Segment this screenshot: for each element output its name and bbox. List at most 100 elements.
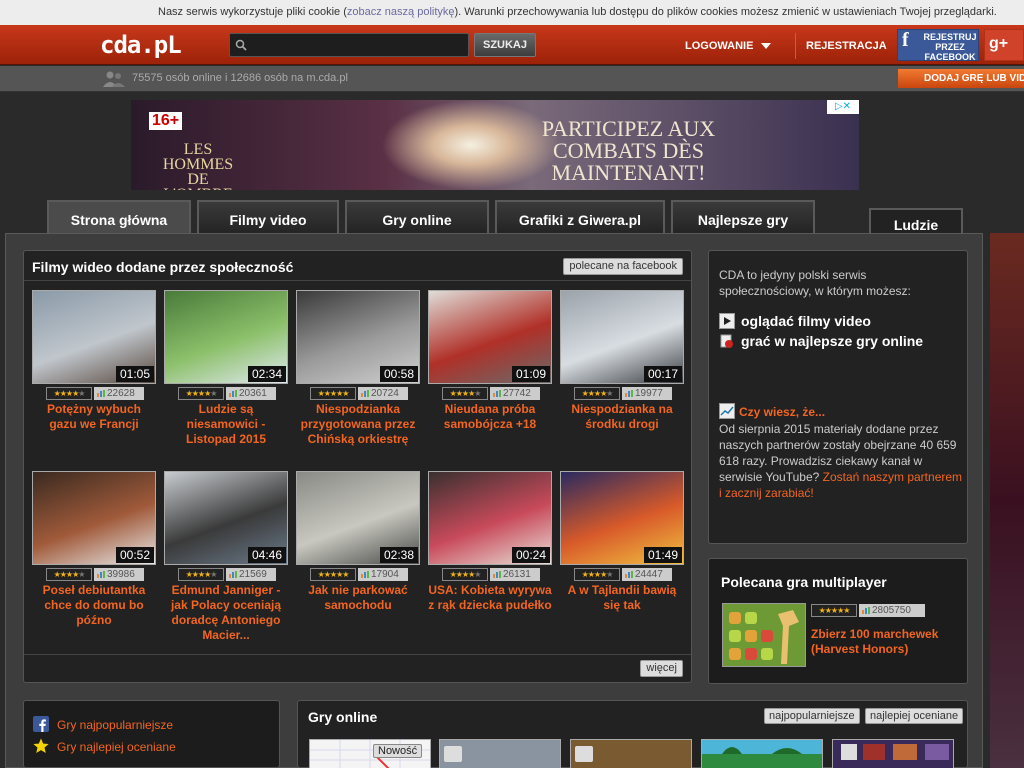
video-duration: 02:38	[379, 547, 418, 563]
video-stats: ★★★★★ 27742	[442, 387, 540, 400]
video-duration: 01:09	[511, 366, 550, 382]
watch-videos-label: oglądać filmy video	[741, 313, 871, 329]
video-thumbnail[interactable]: 00:52	[32, 471, 156, 565]
video-thumbnail[interactable]: 01:05	[32, 290, 156, 384]
views-icon	[361, 571, 369, 578]
views-icon	[493, 390, 501, 397]
play-icon	[719, 313, 735, 329]
divider	[795, 33, 796, 59]
video-thumbnail[interactable]: 00:24	[428, 471, 552, 565]
video-thumbnail[interactable]: 00:17	[560, 290, 684, 384]
video-duration: 00:24	[511, 547, 550, 563]
videos-panel-header: Filmy wideo dodane przez społeczność pol…	[24, 251, 691, 281]
video-thumbnail[interactable]: 00:58	[296, 290, 420, 384]
videos-panel-footer: więcej	[24, 654, 691, 682]
video-title[interactable]: Niespodzianka przygotowana przez Chińską…	[296, 402, 420, 447]
search-icon	[235, 39, 247, 51]
chart-icon	[719, 403, 735, 419]
search-input[interactable]	[252, 36, 466, 54]
video-duration: 02:34	[247, 366, 286, 382]
login-label: LOGOWANIE	[685, 40, 754, 52]
tab-people[interactable]: Ludzie	[869, 208, 963, 236]
video-stats: ★★★★★ 26131	[442, 568, 540, 581]
play-games-link[interactable]: grać w najlepsze gry online	[719, 333, 923, 349]
video-stats: ★★★★★ 19977	[574, 387, 672, 400]
popular-games-link[interactable]: Gry najpopularniejsze	[33, 716, 173, 732]
video-thumbnail[interactable]: 04:46	[164, 471, 288, 565]
facebook-icon	[33, 716, 49, 732]
game-thumbnail[interactable]	[570, 739, 692, 768]
did-you-know-title: Czy wiesz, że...	[719, 403, 825, 419]
login-menu[interactable]: LOGOWANIE	[685, 40, 772, 52]
unity-icon	[444, 746, 462, 762]
video-rating: ★★★★★	[178, 387, 224, 400]
most-popular-button[interactable]: najpopularniejsze	[764, 708, 860, 724]
video-views-count: 24447	[635, 569, 663, 580]
did-you-know-text: Od sierpnia 2015 materiały dodane przez …	[719, 421, 964, 501]
video-title[interactable]: Edmund Janniger - jak Polacy oceniają do…	[164, 583, 288, 643]
views-icon	[229, 390, 237, 397]
views-icon	[229, 571, 237, 578]
video-thumbnail[interactable]: 01:49	[560, 471, 684, 565]
video-views-count: 19977	[635, 388, 663, 399]
facebook-register-label: REJESTRUJ PRZEZ FACEBOOK	[923, 32, 977, 62]
video-views-count: 20361	[239, 388, 267, 399]
search-box[interactable]	[229, 33, 469, 57]
game-thumbnail[interactable]: Nowość	[309, 739, 431, 768]
register-link[interactable]: REJESTRACJA	[806, 40, 887, 52]
new-badge: Nowość	[373, 744, 423, 758]
video-title[interactable]: USA: Kobieta wyrywa z rąk dziecka pudełk…	[428, 583, 552, 613]
views-icon	[493, 571, 501, 578]
video-views: 17904	[358, 568, 408, 581]
best-rated-games-label: Gry najlepiej oceniane	[57, 740, 176, 754]
advertisement-banner[interactable]: 16+ LES HOMMES DE L'OMBRE PARTICIPEZ AUX…	[131, 100, 859, 190]
video-title[interactable]: Jak nie parkować samochodu	[296, 583, 420, 613]
game-thumbnail[interactable]	[701, 739, 823, 768]
best-rated-button[interactable]: najlepiej oceniane	[865, 708, 964, 724]
unity-icon	[575, 746, 593, 762]
video-stats: ★★★★★ 22628	[46, 387, 144, 400]
tab-home[interactable]: Strona główna	[47, 200, 191, 236]
video-title[interactable]: Poseł debiutantka chce do domu bo późno	[32, 583, 156, 628]
add-game-button[interactable]: DODAJ GRĘ LUB VID	[898, 69, 1024, 88]
game-thumbnail[interactable]	[439, 739, 561, 768]
best-rated-games-link[interactable]: Gry najlepiej oceniane	[33, 738, 176, 754]
featured-game-name[interactable]: Zbierz 100 marchewek (Harvest Honors)	[811, 627, 951, 657]
featured-game-thumbnail[interactable]	[722, 603, 806, 667]
views-icon	[97, 390, 105, 397]
video-title[interactable]: A w Tajlandii bawią się tak	[560, 583, 684, 613]
video-views-count: 17904	[371, 569, 399, 580]
facebook-register-button[interactable]: f REJESTRUJ PRZEZ FACEBOOK	[897, 29, 979, 62]
video-rating: ★★★★★	[574, 568, 620, 581]
more-videos-button[interactable]: więcej	[640, 660, 683, 677]
video-thumbnail[interactable]: 02:34	[164, 290, 288, 384]
video-title[interactable]: Potężny wybuch gazu we Francji	[32, 402, 156, 432]
facebook-recommended-button[interactable]: polecane na facebook	[563, 258, 683, 275]
tab-games[interactable]: Gry online	[345, 200, 489, 236]
views-icon	[97, 571, 105, 578]
video-thumbnail[interactable]: 02:38	[296, 471, 420, 565]
search-button[interactable]: SZUKAJ	[474, 33, 536, 57]
tab-best-games[interactable]: Najlepsze gry	[671, 200, 815, 236]
video-title[interactable]: Ludzie są niesamowici - Listopad 2015	[164, 402, 288, 447]
google-plus-button[interactable]: g+	[984, 29, 1024, 61]
side-advertisement[interactable]	[990, 233, 1024, 768]
video-thumbnail[interactable]: 01:09	[428, 290, 552, 384]
site-logo[interactable]: cda.pL	[100, 31, 182, 59]
video-title[interactable]: Nieudana próba samobójcza +18	[428, 402, 552, 432]
video-views: 24447	[622, 568, 672, 581]
video-views-count: 21569	[239, 569, 267, 580]
top-navbar: cda.pL SZUKAJ LOGOWANIE REJESTRACJA f RE…	[0, 25, 1024, 65]
video-views-count: 27742	[503, 388, 531, 399]
watch-videos-link[interactable]: oglądać filmy video	[719, 313, 871, 329]
facebook-icon: f	[902, 29, 909, 51]
video-duration: 01:05	[115, 366, 154, 382]
video-stats: ★★★★★ 20724	[310, 387, 408, 400]
banner-artwork	[381, 100, 561, 190]
ad-close-icon[interactable]: ▷✕	[827, 100, 859, 114]
video-title[interactable]: Niespodzianka na środku drogi	[560, 402, 684, 432]
tab-videos[interactable]: Filmy video	[197, 200, 339, 236]
tab-graphics[interactable]: Grafiki z Giwera.pl	[495, 200, 665, 236]
cookie-policy-link[interactable]: zobacz naszą politykę	[347, 6, 455, 18]
game-thumbnail[interactable]	[832, 739, 954, 768]
